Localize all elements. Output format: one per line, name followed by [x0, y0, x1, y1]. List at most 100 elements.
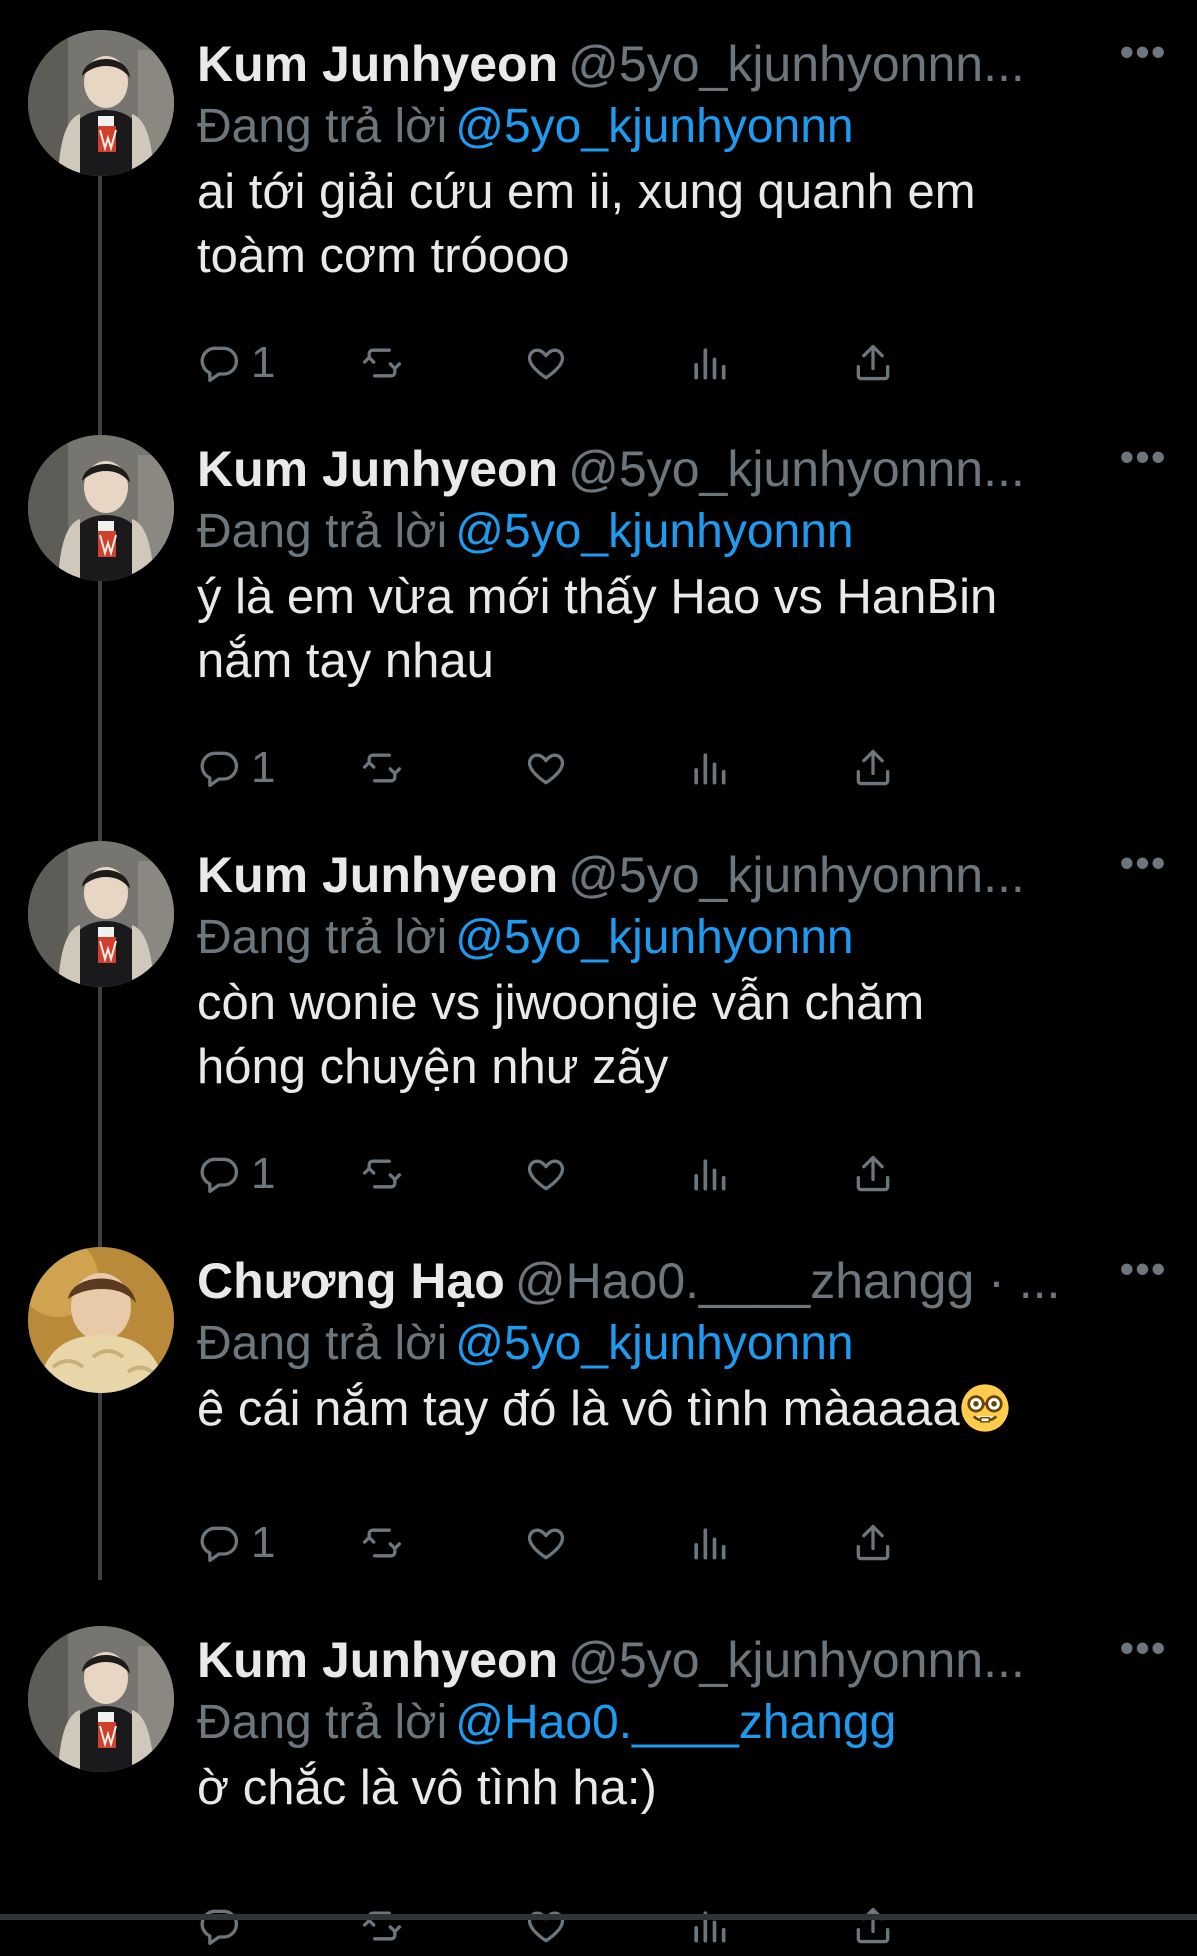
tweet-text-content: còn wonie vs jiwoongie vẫn chăm	[197, 976, 925, 1030]
share-icon	[856, 749, 890, 786]
reply-count: 1	[251, 338, 276, 387]
nerd-face-emoji	[961, 1384, 1009, 1432]
reply-icon	[200, 1526, 239, 1563]
share-button[interactable]	[851, 1144, 895, 1204]
more-options-icon[interactable]: •••	[1119, 31, 1167, 73]
tweet-text-content: toàm cơm tróooo	[197, 229, 570, 283]
analytics-icon	[694, 1911, 726, 1943]
retweet-button[interactable]	[360, 333, 404, 393]
tweet-actions: 1	[197, 1144, 1067, 1204]
tweet[interactable]: Kum Junhyeon @5yo_kjunhyonnn... ••• Đang …	[0, 405, 1197, 811]
display-name[interactable]: Kum Junhyeon	[197, 1632, 558, 1688]
reply-button[interactable]: 1	[197, 1513, 275, 1573]
tweet-header: Kum Junhyeon @5yo_kjunhyonnn...	[197, 839, 1097, 911]
retweet-icon	[362, 1159, 402, 1189]
analytics-icon	[694, 1528, 726, 1560]
reply-count: 1	[251, 1149, 276, 1198]
tweet-text-line: ờ chắc là vô tình ha:)	[197, 1756, 1097, 1820]
share-button[interactable]	[851, 333, 895, 393]
share-icon	[856, 1155, 890, 1192]
share-button[interactable]	[851, 738, 895, 798]
user-handle[interactable]: @5yo_kjunhyonnn...	[568, 441, 1025, 497]
retweet-icon	[362, 1528, 402, 1558]
tweet-text: ai tới giải cứu em ii, xung quanh em toàm…	[197, 160, 1097, 288]
user-handle[interactable]: @5yo_kjunhyonnn...	[568, 1632, 1025, 1688]
analytics-icon	[694, 348, 726, 380]
reply-button[interactable]: 1	[197, 333, 275, 393]
analytics-icon	[694, 753, 726, 785]
views-button[interactable]	[687, 738, 731, 798]
replying-to-line: Đang trả lời @5yo_kjunhyonnn	[197, 903, 854, 973]
replying-to-mention[interactable]: @Hao0.____zhangg	[455, 1696, 896, 1749]
replying-to-label: Đang trả lời	[197, 505, 448, 558]
like-button[interactable]	[524, 1896, 568, 1956]
tweet-text-content: ý là em vừa mới thấy Hao vs HanBin	[197, 570, 998, 624]
display-name[interactable]: Kum Junhyeon	[197, 847, 558, 903]
replying-to-label: Đang trả lời	[197, 1317, 448, 1370]
user-handle[interactable]: @5yo_kjunhyonnn...	[568, 847, 1025, 903]
views-button[interactable]	[687, 1896, 731, 1956]
tweet-header: Kum Junhyeon @5yo_kjunhyonnn...	[197, 28, 1097, 100]
replying-to-mention[interactable]: @5yo_kjunhyonnn	[455, 911, 853, 964]
replying-to-mention[interactable]: @5yo_kjunhyonnn	[455, 1317, 853, 1370]
more-options-icon[interactable]: •••	[1119, 1627, 1167, 1669]
avatar[interactable]	[28, 1247, 174, 1393]
heart-icon	[527, 348, 565, 380]
views-button[interactable]	[687, 333, 731, 393]
heart-icon	[527, 1159, 565, 1191]
more-options-icon[interactable]: •••	[1119, 436, 1167, 478]
share-button[interactable]	[851, 1896, 895, 1956]
replying-to-mention[interactable]: @5yo_kjunhyonnn	[455, 505, 853, 558]
reply-button[interactable]: 1	[197, 738, 275, 798]
avatar[interactable]	[28, 30, 174, 176]
tweet-actions	[197, 1896, 1067, 1956]
like-button[interactable]	[524, 738, 568, 798]
tweet-text-content: ờ chắc là vô tình ha:)	[197, 1761, 657, 1815]
avatar[interactable]	[28, 1626, 174, 1772]
replying-to-line: Đang trả lời @5yo_kjunhyonnn	[197, 497, 854, 567]
views-button[interactable]	[687, 1513, 731, 1573]
tweet[interactable]: Chương Hạo @Hao0.____zhangg · ... ••• Đan…	[0, 1217, 1197, 1596]
retweet-icon	[362, 348, 402, 378]
more-options-icon[interactable]: •••	[1119, 842, 1167, 884]
avatar[interactable]	[28, 841, 174, 987]
tweet-text-content: ê cái nắm tay đó là vô tình màaaaa	[197, 1382, 960, 1436]
tweet-header: Kum Junhyeon @5yo_kjunhyonnn...	[197, 433, 1097, 505]
tweet-header: Chương Hạo @Hao0.____zhangg · ...	[197, 1245, 1097, 1317]
like-button[interactable]	[524, 1144, 568, 1204]
retweet-button[interactable]	[360, 1144, 404, 1204]
reply-button[interactable]	[197, 1896, 251, 1956]
reply-count: 1	[251, 743, 276, 792]
tweet-text-line: ý là em vừa mới thấy Hao vs HanBin	[197, 565, 1097, 629]
analytics-icon	[694, 1159, 726, 1191]
display-name[interactable]: Chương Hạo	[197, 1253, 505, 1309]
share-icon	[856, 1524, 890, 1561]
retweet-icon	[362, 1911, 402, 1941]
tweet-text-line: toàm cơm tróooo	[197, 224, 1097, 288]
display-name[interactable]: Kum Junhyeon	[197, 441, 558, 497]
retweet-button[interactable]	[360, 738, 404, 798]
user-handle[interactable]: @Hao0.____zhangg · ...	[515, 1253, 1061, 1309]
tweet-text-content: nắm tay nhau	[197, 634, 494, 688]
user-handle[interactable]: @5yo_kjunhyonnn...	[568, 36, 1025, 92]
retweet-icon	[362, 753, 402, 783]
tweet-text: ờ chắc là vô tình ha:)	[197, 1756, 1097, 1820]
heart-icon	[527, 1528, 565, 1560]
reply-button[interactable]: 1	[197, 1144, 275, 1204]
like-button[interactable]	[524, 333, 568, 393]
tweet[interactable]: Kum Junhyeon @5yo_kjunhyonnn... ••• Đang …	[0, 811, 1197, 1217]
replying-to-line: Đang trả lời @5yo_kjunhyonnn	[197, 92, 854, 162]
views-button[interactable]	[687, 1144, 731, 1204]
display-name[interactable]: Kum Junhyeon	[197, 36, 558, 92]
tweet-text-content: hóng chuyện như zãy	[197, 1040, 669, 1094]
retweet-button[interactable]	[360, 1513, 404, 1573]
more-options-icon[interactable]: •••	[1119, 1248, 1167, 1290]
avatar[interactable]	[28, 435, 174, 581]
retweet-button[interactable]	[360, 1896, 404, 1956]
tweet[interactable]: Kum Junhyeon @5yo_kjunhyonnn... ••• Đang …	[0, 1596, 1197, 1946]
tweet-text-line: còn wonie vs jiwoongie vẫn chăm	[197, 971, 1097, 1035]
share-button[interactable]	[851, 1513, 895, 1573]
tweet[interactable]: Kum Junhyeon @5yo_kjunhyonnn... ••• Đang …	[0, 0, 1197, 405]
replying-to-mention[interactable]: @5yo_kjunhyonnn	[455, 100, 853, 153]
like-button[interactable]	[524, 1513, 568, 1573]
